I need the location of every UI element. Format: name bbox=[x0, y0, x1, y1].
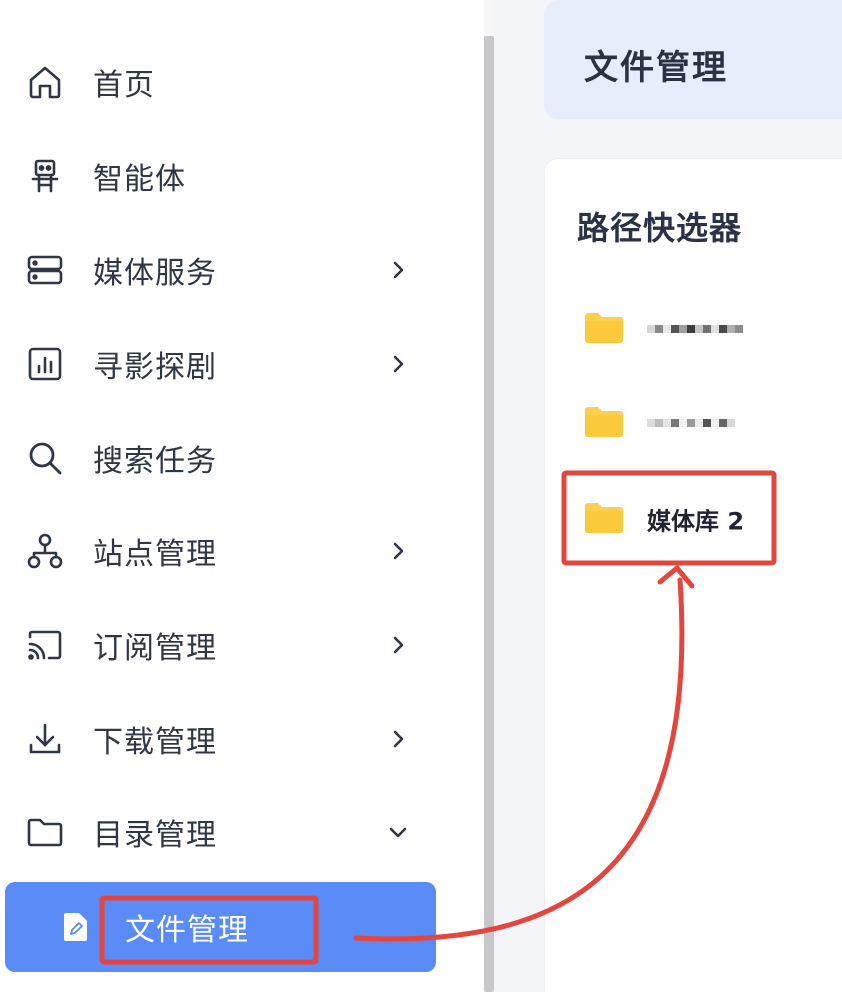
folder-icon bbox=[25, 812, 65, 852]
main-content: 文件管理 路径快选器 媒体库 2 bbox=[494, 0, 842, 992]
folder-icon bbox=[585, 313, 623, 343]
sidebar-item-media-service[interactable]: 媒体服务 bbox=[0, 240, 440, 300]
sidebar-item-downloads[interactable]: 下载管理 bbox=[0, 709, 440, 769]
redacted-folder-name bbox=[647, 325, 743, 333]
folder-icon bbox=[585, 407, 623, 437]
sidebar-item-subscriptions[interactable]: 订阅管理 bbox=[0, 615, 440, 675]
chevron-right-icon bbox=[386, 727, 410, 751]
app-root: 首页 智能体 媒体服务 寻影探剧 搜索任务 站点管理 订阅管理 下载管理 目录管… bbox=[0, 0, 842, 992]
file-edit-icon bbox=[64, 913, 87, 941]
sidebar-item-label: 首页 bbox=[93, 68, 155, 103]
path-picker-card: 路径快选器 媒体库 2 bbox=[544, 158, 842, 992]
redacted-folder-name bbox=[647, 419, 735, 427]
folder-item[interactable] bbox=[583, 307, 823, 351]
sidebar-item-search-task[interactable]: 搜索任务 bbox=[0, 428, 440, 488]
search-icon bbox=[25, 438, 65, 478]
folder-item[interactable] bbox=[583, 401, 823, 445]
sidebar-item-home[interactable]: 首页 bbox=[0, 52, 440, 112]
sidebar-item-sites[interactable]: 站点管理 bbox=[0, 521, 440, 581]
sidebar-item-directories[interactable]: 目录管理 bbox=[0, 802, 440, 862]
page-title: 文件管理 bbox=[584, 48, 728, 88]
sidebar-item-label: 目录管理 bbox=[93, 818, 217, 853]
server-icon bbox=[25, 250, 65, 290]
cast-icon bbox=[25, 625, 65, 665]
sidebar-item-agent[interactable]: 智能体 bbox=[0, 146, 440, 206]
chevron-down-icon bbox=[386, 820, 410, 844]
sidebar-item-label: 智能体 bbox=[93, 162, 186, 197]
folder-item-media-library-2[interactable]: 媒体库 2 bbox=[583, 497, 823, 541]
sidebar-item-label: 搜索任务 bbox=[93, 444, 217, 479]
sidebar-item-label: 下载管理 bbox=[93, 725, 217, 760]
page-header: 文件管理 bbox=[544, 0, 842, 119]
sidebar-scrollbar[interactable] bbox=[484, 36, 494, 992]
chevron-right-icon bbox=[386, 258, 410, 282]
sidebar-item-discover[interactable]: 寻影探剧 bbox=[0, 334, 440, 394]
sidebar-subitem-label: 文件管理 bbox=[125, 913, 249, 948]
chevron-right-icon bbox=[386, 539, 410, 563]
chevron-right-icon bbox=[386, 352, 410, 376]
sidebar: 首页 智能体 媒体服务 寻影探剧 搜索任务 站点管理 订阅管理 下载管理 目录管… bbox=[0, 0, 494, 992]
sidebar-item-label: 媒体服务 bbox=[93, 256, 217, 291]
folder-name: 媒体库 2 bbox=[647, 507, 745, 536]
path-picker-title: 路径快选器 bbox=[577, 209, 743, 247]
chart-icon bbox=[25, 344, 65, 384]
sidebar-subitem-file-manager[interactable]: 文件管理 bbox=[5, 882, 436, 972]
folder-icon bbox=[585, 503, 623, 533]
robot-icon bbox=[25, 156, 65, 196]
home-icon bbox=[25, 62, 65, 102]
chevron-right-icon bbox=[386, 633, 410, 657]
sidebar-item-label: 寻影探剧 bbox=[93, 350, 217, 385]
sitemap-icon bbox=[25, 531, 65, 571]
sidebar-item-label: 站点管理 bbox=[93, 537, 217, 572]
sidebar-item-label: 订阅管理 bbox=[93, 631, 217, 666]
download-icon bbox=[25, 719, 65, 759]
